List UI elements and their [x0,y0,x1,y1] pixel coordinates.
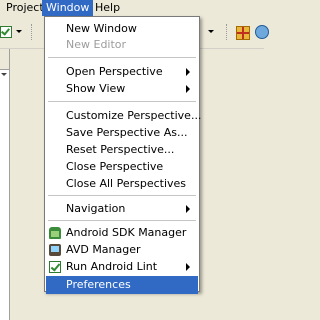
menu-item-label: Close Perspective [66,160,164,173]
lint-check-icon [49,261,61,273]
toolbar-separator [31,24,33,40]
menu-item-label: Open Perspective [66,65,163,78]
menu-item-android-sdk-manager[interactable]: Android SDK Manager [46,224,198,242]
avd-icon [49,244,61,256]
menu-item-label: New Window [66,22,137,35]
menu-item-label: Customize Perspective... [66,109,202,122]
menu-project[interactable]: Project [2,0,48,16]
menu-item-label: Navigation [66,202,126,215]
menu-separator [48,195,196,196]
chevron-down-icon[interactable] [1,73,7,76]
menu-item-label: Show View [66,82,126,95]
menu-item-open-perspective[interactable]: Open Perspective [46,63,198,81]
menu-item-label: Preferences [66,278,131,291]
menu-item-label: Run Android Lint [66,260,158,273]
menu-separator [48,220,196,221]
dropdown-arrow-icon[interactable] [16,30,22,33]
submenu-arrow-icon [186,263,190,271]
package-icon[interactable] [236,26,250,40]
menu-help[interactable]: Help [91,0,124,16]
menu-separator [48,101,196,102]
menu-window[interactable]: Window [42,0,94,16]
menu-item-reset-perspective[interactable]: Reset Perspective... [46,141,198,159]
dropdown-arrow-icon[interactable] [208,30,214,33]
toolbar-separator [226,24,228,40]
menu-item-save-perspective-as[interactable]: Save Perspective As... [46,124,198,142]
submenu-arrow-icon [186,85,190,93]
window-menu-dropdown: New Window New Editor Open Perspective S… [44,16,202,294]
menu-item-label: Android SDK Manager [66,226,187,239]
eclipse-window: Project Window Help New Window New Edito… [0,0,269,320]
side-panel [0,49,10,320]
menu-bar: Project Window Help [0,0,264,16]
checkmark-icon[interactable] [0,26,12,38]
submenu-arrow-icon [186,68,190,76]
menu-item-label: AVD Manager [66,243,141,256]
menu-item-new-editor: New Editor [46,36,198,54]
menu-item-close-all-perspectives[interactable]: Close All Perspectives [46,175,198,193]
menu-item-label: Close All Perspectives [66,177,187,190]
menu-item-navigation[interactable]: Navigation [46,200,198,218]
menu-item-run-android-lint[interactable]: Run Android Lint [46,258,198,276]
menu-item-label: New Editor [66,38,127,51]
side-panel-header [0,49,9,70]
menu-item-close-perspective[interactable]: Close Perspective [46,158,198,176]
menu-item-label: Save Perspective As... [66,126,188,139]
menu-item-preferences[interactable]: Preferences [46,276,198,294]
menu-item-show-view[interactable]: Show View [46,80,198,98]
menu-item-avd-manager[interactable]: AVD Manager [46,241,198,259]
menu-item-label: Reset Perspective... [66,143,175,156]
menu-item-customize-perspective[interactable]: Customize Perspective... [46,107,202,125]
globe-icon[interactable] [255,25,269,39]
menu-separator [48,57,196,58]
submenu-arrow-icon [186,205,190,213]
android-sdk-icon [49,227,61,239]
